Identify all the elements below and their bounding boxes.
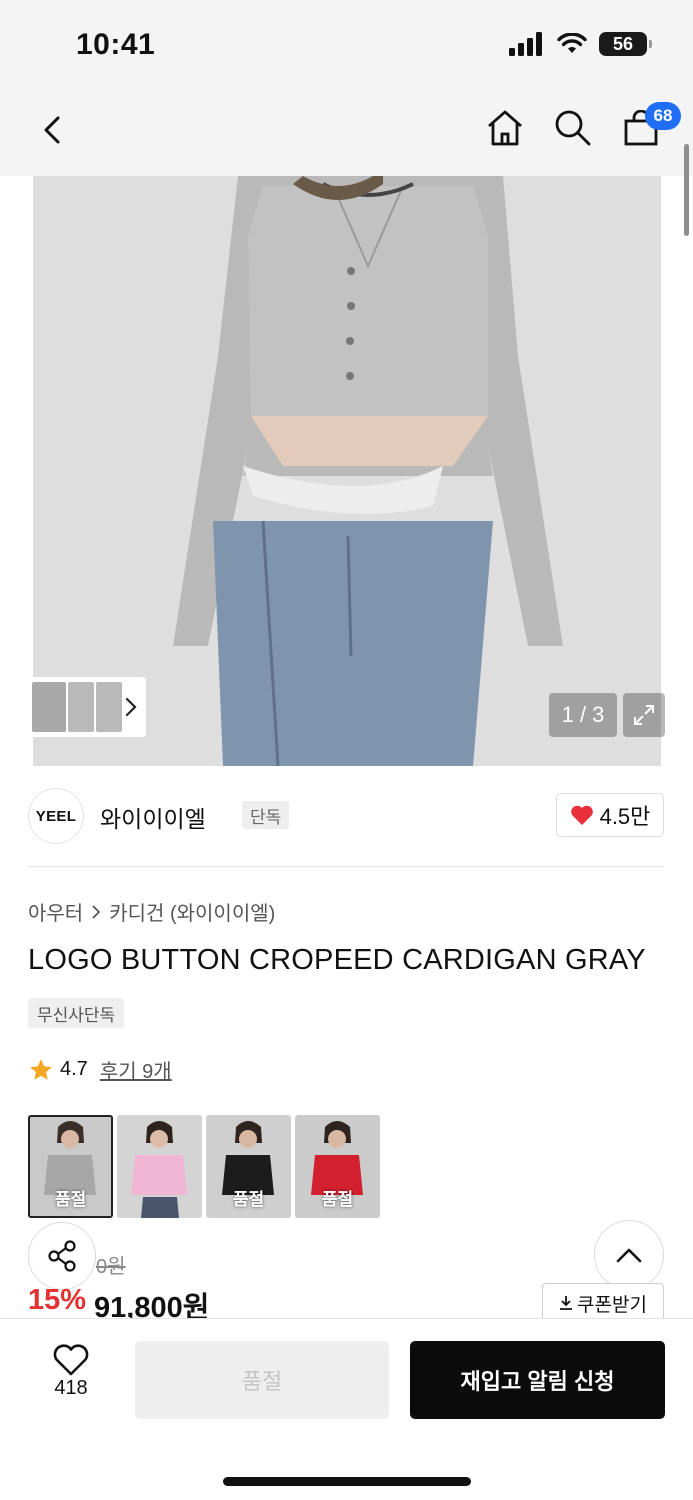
expand-icon: [634, 705, 654, 725]
share-button[interactable]: [28, 1222, 96, 1290]
status-time: 10:41: [76, 28, 156, 61]
restock-alert-button[interactable]: 재입고 알림 신청: [410, 1341, 665, 1419]
thumbnail[interactable]: [32, 682, 66, 732]
battery-icon: 56: [599, 32, 652, 56]
signal-icon: [509, 32, 542, 56]
thumbnail[interactable]: [68, 682, 94, 732]
image-counter: 1 / 3: [549, 693, 617, 737]
exclusive-badge: 단독: [242, 801, 290, 829]
soldout-button[interactable]: 품절: [135, 1341, 389, 1419]
cart-button[interactable]: 68: [619, 102, 681, 150]
search-icon: [555, 110, 591, 146]
share-icon: [48, 1240, 76, 1272]
variant-status: 품절: [321, 1190, 354, 1209]
bottom-action-bar: 418 품절 재입고 알림 신청: [0, 1318, 693, 1500]
scrollbar[interactable]: [684, 144, 689, 236]
chevron-right-icon: [125, 697, 137, 717]
breadcrumb-category[interactable]: 아우터: [28, 897, 83, 926]
product-title: LOGO BUTTON CROPEED CARDIGAN GRAY: [28, 944, 646, 976]
heart-outline-icon: [53, 1344, 89, 1376]
rating-value: 4.7: [60, 1058, 88, 1080]
heart-filled-icon: [570, 805, 593, 825]
variant-pink[interactable]: [117, 1115, 202, 1218]
brand-like-button[interactable]: 4.5만: [556, 793, 664, 837]
status-bar: 10:41 56: [0, 0, 693, 92]
reviews-link[interactable]: 후기 9개: [100, 1055, 172, 1084]
status-icons: 56: [509, 32, 652, 56]
brand-name[interactable]: 와이이이엘: [100, 800, 206, 834]
star-icon: [30, 1058, 52, 1080]
home-indicator: [223, 1477, 471, 1486]
thumbnail[interactable]: [96, 682, 122, 732]
coupon-download-button[interactable]: 쿠폰받기: [542, 1283, 664, 1323]
download-icon: [560, 1296, 573, 1310]
image-thumbnail-strip[interactable]: [28, 677, 146, 737]
back-icon[interactable]: [34, 110, 74, 150]
cart-count-badge: 68: [645, 102, 681, 130]
wishlist-button[interactable]: 418: [40, 1343, 102, 1407]
breadcrumb-subcategory[interactable]: 카디건 (와이이이엘): [109, 897, 275, 926]
brand-like-count: 4.5만: [599, 804, 651, 829]
variant-gray[interactable]: 품절: [28, 1115, 113, 1218]
variant-status: 품절: [54, 1190, 87, 1209]
color-variants: 품절 품절 품절: [28, 1115, 380, 1218]
coupon-label: 쿠폰받기: [577, 1294, 647, 1316]
variant-black[interactable]: 품절: [206, 1115, 291, 1218]
variant-thumbnail: [117, 1115, 202, 1218]
divider: [28, 866, 664, 867]
nav-bar: 68: [0, 92, 693, 176]
scroll-top-button[interactable]: [594, 1220, 664, 1290]
home-button[interactable]: [483, 106, 527, 150]
rating-row: 4.7 후기 9개: [28, 1055, 172, 1084]
brand-row[interactable]: YEEL 와이이이엘 단독 4.5만: [28, 788, 664, 844]
wishlist-count: 418: [54, 1377, 88, 1399]
search-button[interactable]: [551, 106, 595, 150]
chevron-right-icon: [92, 904, 101, 919]
home-icon: [488, 110, 522, 146]
variant-status: 품절: [232, 1190, 265, 1209]
nav-actions: 68: [483, 102, 681, 150]
chevron-up-icon: [616, 1248, 642, 1263]
expand-image-button[interactable]: [623, 693, 665, 737]
musinsa-exclusive-badge: 무신사단독: [28, 998, 125, 1028]
wifi-icon: [557, 33, 587, 53]
original-price: 0원: [96, 1256, 126, 1278]
variant-red[interactable]: 품절: [295, 1115, 380, 1218]
breadcrumb: 아우터 카디건 (와이이이엘): [28, 897, 275, 926]
brand-logo[interactable]: YEEL: [28, 788, 84, 844]
